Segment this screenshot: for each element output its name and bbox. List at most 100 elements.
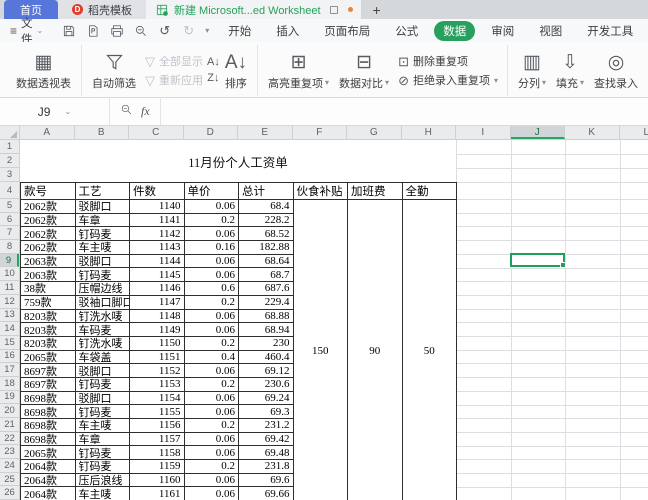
select-all-corner[interactable] (0, 126, 20, 139)
table-cell[interactable]: 1160 (130, 474, 185, 488)
table-cell[interactable]: 驳脚口 (76, 255, 131, 269)
table-cell[interactable]: 1156 (130, 419, 185, 433)
table-cell[interactable]: 2062款 (21, 241, 76, 255)
menu-tab-3[interactable]: 公式 (386, 21, 427, 41)
table-cell[interactable]: 68.52 (239, 227, 294, 241)
customize-toolbar-icon[interactable]: ▾ (205, 26, 209, 35)
row-header-24[interactable]: 24 (0, 459, 19, 473)
table-cell[interactable]: 8697款 (21, 378, 76, 392)
table-cell[interactable]: 钉码麦 (76, 227, 131, 241)
row-header-12[interactable]: 12 (0, 295, 19, 309)
table-cell[interactable]: 1151 (130, 351, 185, 365)
table-cell[interactable]: 231.2 (239, 419, 294, 433)
print-button[interactable] (109, 23, 124, 38)
table-cell[interactable]: 230 (239, 337, 294, 351)
column-header-L[interactable]: L (620, 126, 648, 139)
filter-button[interactable]: 自动筛选 (87, 45, 141, 96)
pin-tab-icon[interactable] (330, 6, 338, 14)
lookup-entry-button[interactable]: ◎查找录入 (589, 45, 643, 96)
table-cell[interactable]: 1146 (130, 282, 185, 296)
table-header-cell[interactable]: 全勤 (403, 183, 458, 200)
table-cell[interactable]: 8698款 (21, 419, 76, 433)
row-header-15[interactable]: 15 (0, 336, 19, 350)
name-box-dropdown-icon[interactable]: ⌄ (64, 107, 71, 116)
table-cell[interactable]: 69.42 (239, 433, 294, 447)
menu-tab-4[interactable]: 数据 (434, 21, 475, 41)
row-header-21[interactable]: 21 (0, 418, 19, 432)
table-cell[interactable]: 车主唛 (76, 487, 131, 500)
table-cell[interactable]: 0.06 (185, 487, 240, 500)
table-cell[interactable]: 8203款 (21, 310, 76, 324)
table-cell[interactable]: 0.06 (185, 433, 240, 447)
table-cell[interactable]: 69.12 (239, 364, 294, 378)
table-cell[interactable]: 2062款 (21, 214, 76, 228)
table-cell[interactable]: 0.06 (185, 323, 240, 337)
table-cell[interactable]: 0.6 (185, 282, 240, 296)
table-cell[interactable]: 0.06 (185, 200, 240, 214)
column-header-K[interactable]: K (565, 126, 620, 139)
sort-descending-icon[interactable]: Z↓ (207, 72, 220, 85)
row-header-9[interactable]: 9 (0, 254, 19, 268)
table-cell[interactable]: 0.2 (185, 419, 240, 433)
menu-tab-1[interactable]: 插入 (267, 21, 308, 41)
selected-cell-J9[interactable] (510, 253, 566, 268)
insert-function-button[interactable]: fx (141, 104, 150, 119)
table-cell[interactable]: 460.4 (239, 351, 294, 365)
column-header-I[interactable]: I (456, 126, 511, 139)
table-cell[interactable]: 0.06 (185, 405, 240, 419)
table-cell[interactable]: 1147 (130, 296, 185, 310)
table-cell[interactable]: 1141 (130, 214, 185, 228)
table-cell[interactable]: 38款 (21, 282, 76, 296)
highlight-duplicates-button[interactable]: ⊞高亮重复项▾ (263, 45, 334, 96)
row-header-8[interactable]: 8 (0, 240, 19, 254)
table-cell[interactable]: 车章 (76, 214, 131, 228)
save-button[interactable] (61, 23, 76, 38)
row-header-22[interactable]: 22 (0, 432, 19, 446)
table-cell[interactable]: 228.2 (239, 214, 294, 228)
new-tab-button[interactable]: + (361, 0, 393, 19)
row-header-18[interactable]: 18 (0, 377, 19, 391)
search-icon[interactable] (120, 103, 133, 121)
table-cell[interactable]: 0.06 (185, 364, 240, 378)
worksheet-tab[interactable]: 新建 Microsoft...ed Worksheet (146, 0, 361, 19)
table-cell[interactable]: 1142 (130, 227, 185, 241)
table-cell[interactable]: 压帽边线 (76, 282, 131, 296)
table-cell[interactable]: 0.06 (185, 474, 240, 488)
table-cell[interactable]: 68.4 (239, 200, 294, 214)
row-header-2[interactable]: 2 (0, 154, 19, 168)
row-header-3[interactable]: 3 (0, 168, 19, 182)
table-cell[interactable]: 229.4 (239, 296, 294, 310)
menu-tab-6[interactable]: 视图 (530, 21, 571, 41)
table-cell[interactable]: 0.2 (185, 337, 240, 351)
table-cell[interactable]: 钉码麦 (76, 446, 131, 460)
table-cell[interactable]: 压后浪线 (76, 474, 131, 488)
table-cell[interactable]: 车主唛 (76, 419, 131, 433)
row-header-5[interactable]: 5 (0, 199, 19, 213)
table-cell[interactable]: 68.7 (239, 268, 294, 282)
row-header-23[interactable]: 23 (0, 445, 19, 459)
table-cell[interactable]: 2062款 (21, 227, 76, 241)
table-cell[interactable]: 1155 (130, 405, 185, 419)
row-header-17[interactable]: 17 (0, 363, 19, 377)
table-cell[interactable]: 231.8 (239, 460, 294, 474)
column-header-C[interactable]: C (129, 126, 184, 139)
filter-reapply-button[interactable]: ▽重新应用 (141, 72, 207, 88)
table-cell[interactable]: 182.88 (239, 241, 294, 255)
row-header-14[interactable]: 14 (0, 322, 19, 336)
table-cell[interactable]: 驳脚口 (76, 364, 131, 378)
column-header-J[interactable]: J (511, 126, 566, 139)
table-cell[interactable]: 1150 (130, 337, 185, 351)
table-cell[interactable]: 0.06 (185, 268, 240, 282)
print-preview-button[interactable] (133, 23, 148, 38)
formula-input[interactable] (161, 98, 648, 125)
sort-button[interactable]: A↓排序 (220, 45, 252, 96)
table-header-cell[interactable]: 款号 (21, 183, 76, 200)
table-cell[interactable]: 8203款 (21, 323, 76, 337)
table-header-cell[interactable]: 单价 (185, 183, 240, 200)
table-cell[interactable]: 69.48 (239, 446, 294, 460)
table-cell[interactable]: 1148 (130, 310, 185, 324)
table-cell[interactable]: 69.66 (239, 487, 294, 500)
pivot-table-button[interactable]: ▦数据透视表 (11, 45, 76, 96)
table-cell[interactable]: 车码麦 (76, 323, 131, 337)
table-header-cell[interactable]: 伙食补贴 (294, 183, 349, 200)
